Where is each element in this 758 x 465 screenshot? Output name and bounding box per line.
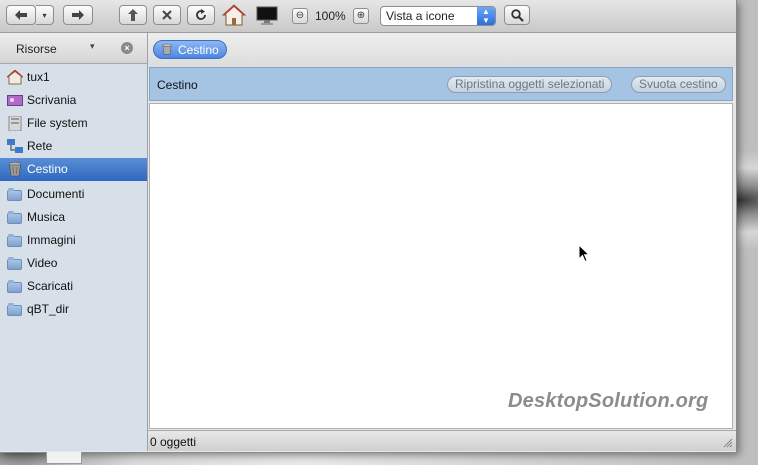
- sidebar-item-immagini[interactable]: Immagini: [0, 229, 147, 252]
- sidebar-item-label: Scrivania: [27, 93, 77, 107]
- main-pane: Cestino Cestino Ripristina oggetti selez…: [148, 33, 736, 451]
- close-icon: [162, 10, 172, 20]
- desktop-panel-tab: [46, 452, 82, 464]
- monitor-icon: [256, 6, 278, 25]
- trash-icon: [162, 43, 172, 55]
- search-button[interactable]: [504, 5, 530, 25]
- stop-button[interactable]: [153, 5, 181, 25]
- file-view-area[interactable]: DesktopSolution.org: [149, 103, 733, 429]
- network-icon: [7, 139, 23, 153]
- sidebar-item-label: tux1: [27, 70, 50, 84]
- arrow-up-icon: [128, 9, 138, 21]
- sidebar-item-documenti[interactable]: Documenti: [0, 183, 147, 206]
- home-icon: [221, 4, 247, 26]
- sidebar-item-label: Immagini: [27, 233, 76, 247]
- chevron-down-icon: ▾: [42, 10, 47, 20]
- sidebar-header-label: Risorse: [16, 42, 57, 56]
- sidebar-item-video[interactable]: Video: [0, 252, 147, 275]
- path-bar: Cestino: [148, 33, 736, 67]
- zoom-out-icon: ⊖: [295, 10, 305, 21]
- sidebar-item-label: qBT_dir: [27, 302, 70, 316]
- sidebar-item-label: Video: [27, 256, 58, 270]
- sidebar-item-qbt-dir[interactable]: qBT_dir: [0, 298, 147, 321]
- zoom-out-button[interactable]: ⊖: [292, 8, 308, 24]
- sidebar-item-label: File system: [27, 116, 88, 130]
- status-text: 0 oggetti: [150, 435, 197, 449]
- home-icon: [7, 70, 23, 85]
- drive-icon: [8, 116, 22, 131]
- up-button[interactable]: [119, 5, 147, 25]
- sidebar-header: Risorse ▾ ×: [0, 33, 147, 64]
- watermark-text: DesktopSolution.org: [508, 390, 709, 412]
- back-history-dropdown[interactable]: ▾: [36, 5, 54, 25]
- folder-icon: [7, 188, 22, 201]
- path-button-cestino[interactable]: Cestino: [153, 40, 227, 59]
- back-button[interactable]: [6, 5, 36, 25]
- trash-icon: [8, 162, 22, 177]
- desktop-icon: [7, 95, 23, 106]
- toolbar: ▾ ⊖ 100% ⊕ Vista a icone ▲ ▼: [0, 0, 736, 33]
- search-icon: [510, 8, 524, 22]
- trash-info-bar: Cestino Ripristina oggetti selezionati S…: [149, 67, 733, 101]
- sidebar-type-dropdown[interactable]: ▾: [90, 41, 95, 52]
- restore-selected-button[interactable]: Ripristina oggetti selezionati: [447, 76, 613, 93]
- folder-icon: [7, 234, 22, 247]
- view-mode-value: Vista a icone: [386, 9, 455, 23]
- file-manager-window: ▾ ⊖ 100% ⊕ Vista a icone ▲ ▼ Risorse ▾ ×…: [0, 0, 737, 453]
- sidebar-item-scaricati[interactable]: Scaricati: [0, 275, 147, 298]
- sidebar-item-label: Rete: [27, 139, 53, 153]
- sidebar-item-scrivania[interactable]: Scrivania: [0, 89, 147, 112]
- sidebar-item-tux1[interactable]: tux1: [0, 66, 147, 89]
- sidebar-places: tux1 Scrivania File system Rete Cestino …: [0, 66, 147, 321]
- folder-icon: [7, 303, 22, 316]
- sidebar-item-cestino[interactable]: Cestino: [0, 158, 147, 181]
- folder-icon: [7, 257, 22, 270]
- updown-arrows-icon: ▲ ▼: [477, 7, 495, 25]
- arrow-right-icon: [72, 10, 84, 20]
- zoom-in-button[interactable]: ⊕: [353, 8, 369, 24]
- sidebar-close-button[interactable]: ×: [121, 42, 133, 54]
- sidebar-item-label: Scaricati: [27, 279, 74, 293]
- sidebar-item-label: Musica: [27, 210, 66, 224]
- view-mode-select[interactable]: Vista a icone ▲ ▼: [380, 6, 496, 26]
- sidebar-item-label: Cestino: [27, 162, 68, 176]
- status-bar: 0 oggetti: [148, 430, 736, 451]
- mouse-pointer-icon: [578, 244, 590, 263]
- sidebar-item-musica[interactable]: Musica: [0, 206, 147, 229]
- empty-trash-button[interactable]: Svuota cestino: [631, 76, 726, 93]
- forward-button[interactable]: [63, 5, 93, 25]
- sidebar-item-label: Documenti: [27, 187, 85, 201]
- refresh-icon: [196, 9, 206, 20]
- sidebar-item-file-system[interactable]: File system: [0, 112, 147, 135]
- zoom-in-icon: ⊕: [356, 10, 366, 21]
- computer-button[interactable]: [256, 6, 278, 29]
- resize-grip-icon[interactable]: [722, 437, 733, 448]
- zoom-level: 100%: [315, 9, 346, 23]
- reload-button[interactable]: [187, 5, 215, 25]
- folder-icon: [7, 211, 22, 224]
- sidebar-item-rete[interactable]: Rete: [0, 135, 147, 158]
- sidebar: Risorse ▾ × tux1 Scrivania File system R…: [0, 33, 148, 451]
- home-button[interactable]: [221, 4, 247, 29]
- path-button-label: Cestino: [178, 43, 219, 57]
- folder-icon: [7, 280, 22, 293]
- arrow-left-icon: [15, 10, 27, 20]
- info-bar-title: Cestino: [157, 78, 198, 92]
